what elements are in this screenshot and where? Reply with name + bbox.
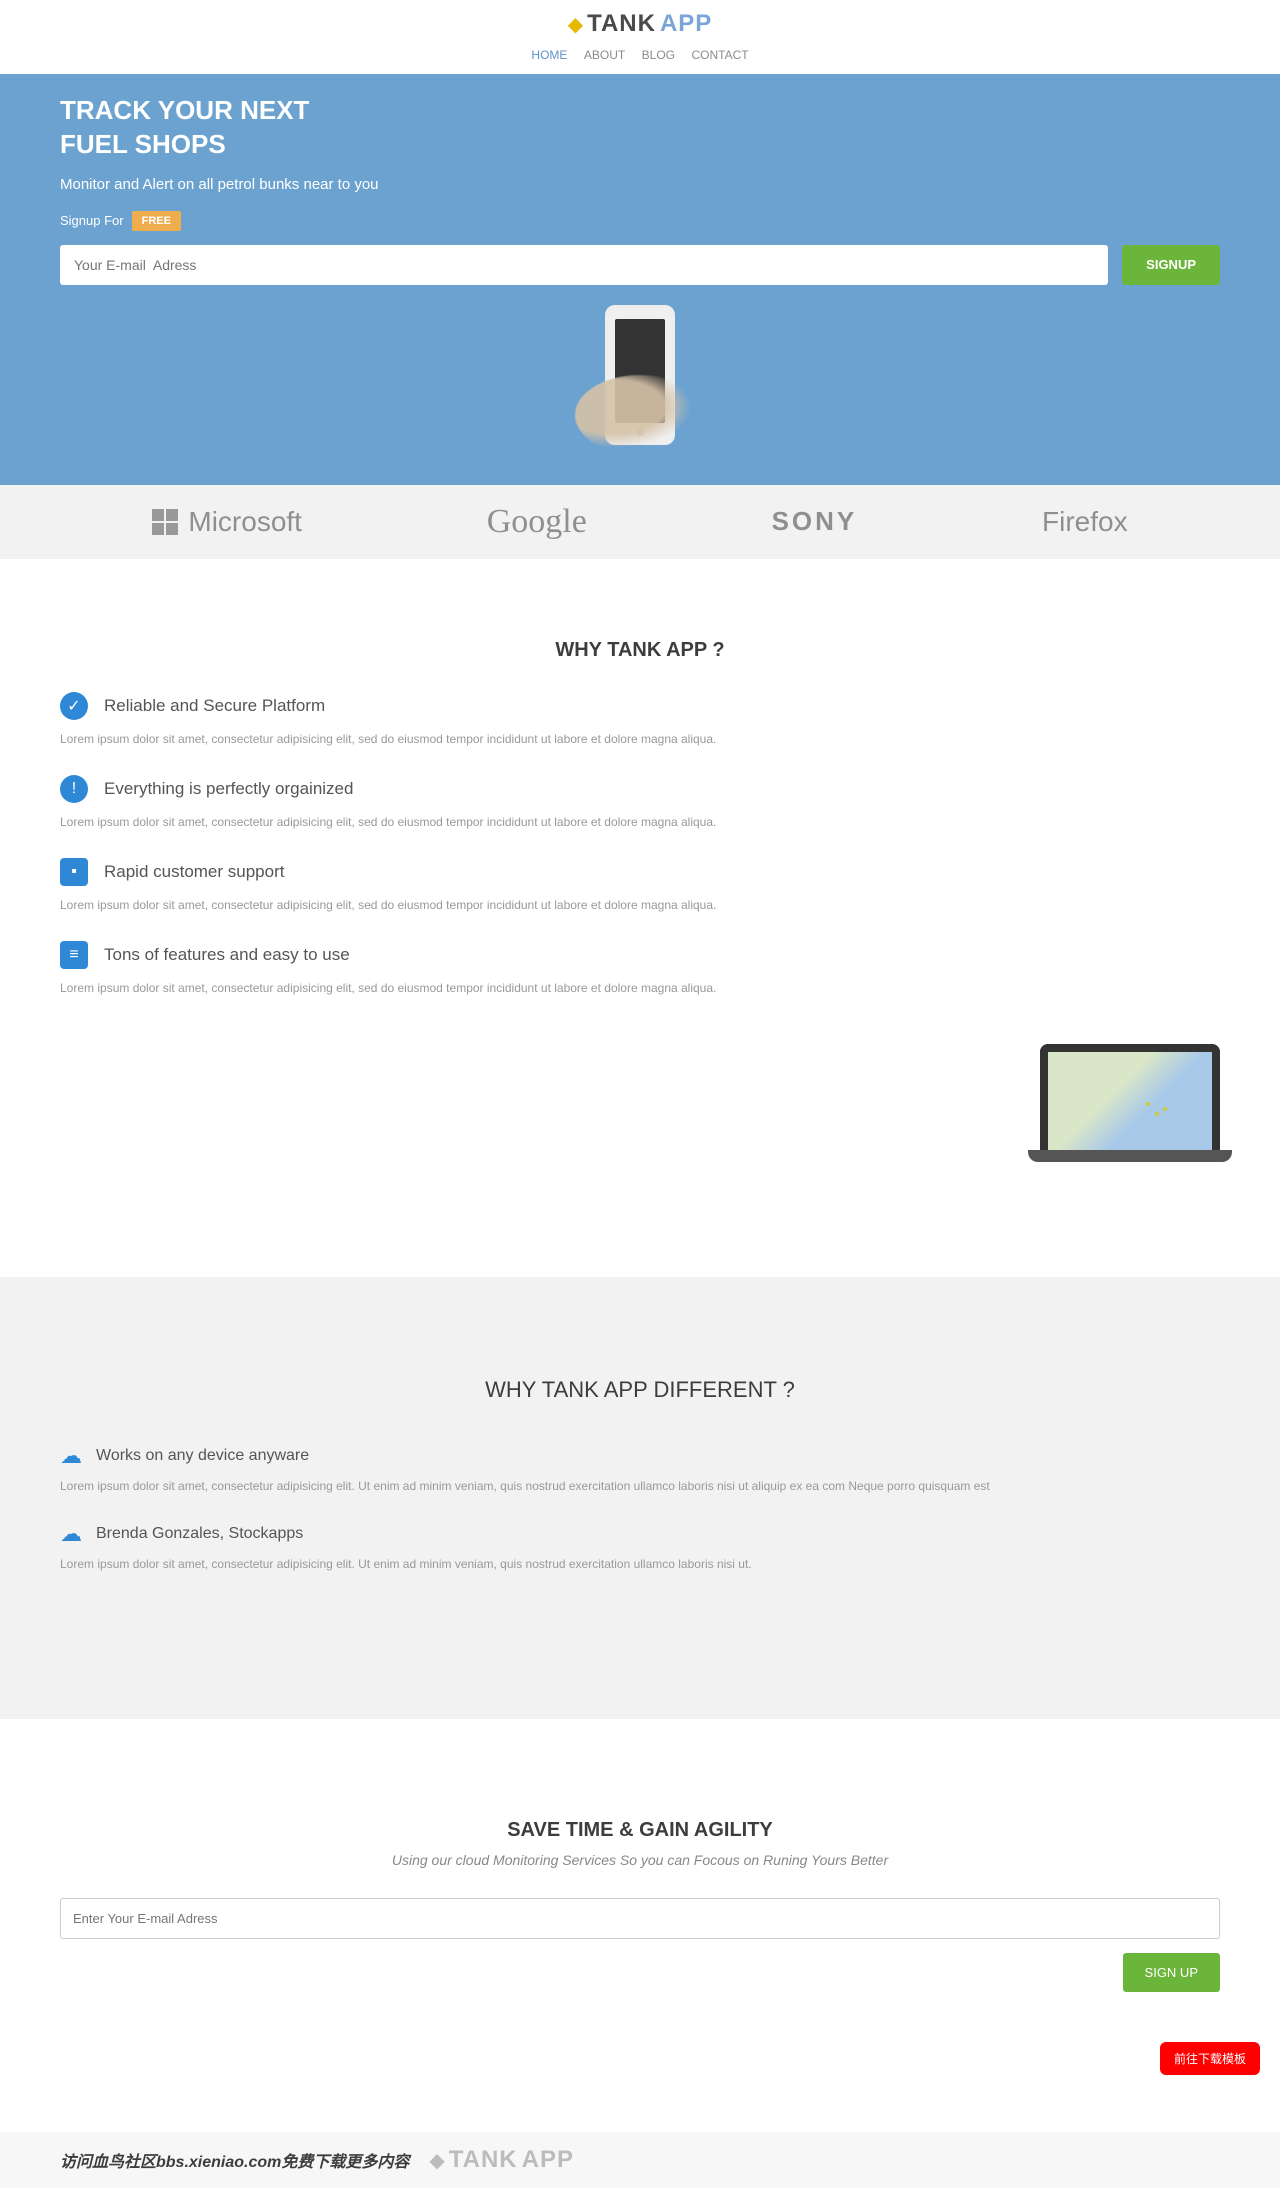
footer: 访问血鸟社区bbs.xieniao.com免费下载更多内容 ◆ TANKAPP xyxy=(0,2132,1280,2188)
different-desc: Lorem ipsum dolor sit amet, consectetur … xyxy=(60,1479,1220,1493)
primary-nav: HOME ABOUT BLOG CONTACT xyxy=(0,46,1280,64)
list-icon: ≡ xyxy=(60,941,88,969)
brand-part2: APP xyxy=(522,2146,574,2174)
hero-signup-button[interactable]: SIGNUP xyxy=(1122,245,1220,285)
feature-item: ! Everything is perfectly orgainized Lor… xyxy=(60,775,1220,832)
feature-desc: Lorem ipsum dolor sit amet, consectetur … xyxy=(60,730,1220,749)
feature-title: Reliable and Secure Platform xyxy=(104,696,325,716)
feature-item: ≡ Tons of features and easy to use Lorem… xyxy=(60,941,1220,998)
save-heading: SAVE TIME & GAIN AGILITY xyxy=(60,1819,1220,1842)
cloud-icon: ☁ xyxy=(60,1443,82,1469)
brand-sony: SONY xyxy=(772,506,858,537)
different-item: ☁ Brenda Gonzales, Stockapps Lorem ipsum… xyxy=(60,1521,1220,1571)
footer-logo: ◆ TANKAPP xyxy=(429,2146,574,2174)
brand-microsoft: Microsoft xyxy=(152,506,302,538)
hero-signup-form: SIGNUP xyxy=(60,245,1220,285)
nav-blog[interactable]: BLOG xyxy=(642,48,675,62)
feature-title: Rapid customer support xyxy=(104,862,284,882)
phone-mockup xyxy=(605,305,675,445)
save-signup-button[interactable]: SIGN UP xyxy=(1123,1953,1220,1992)
download-template-button[interactable]: 前往下载模板 xyxy=(1160,2042,1260,2075)
why-heading: WHY TANK APP ? xyxy=(60,639,1220,662)
chat-icon: ▪ xyxy=(60,858,88,886)
brand-google: Google xyxy=(487,503,587,541)
brand-part1: TANK xyxy=(587,10,656,38)
brand-logo[interactable]: ◆ TANKAPP xyxy=(568,10,713,38)
nav-contact[interactable]: CONTACT xyxy=(691,48,748,62)
brands-bar: Microsoft Google SONY Firefox xyxy=(0,485,1280,559)
why-section: WHY TANK APP ? ✓ Reliable and Secure Pla… xyxy=(0,559,1280,1278)
drop-icon: ◆ xyxy=(568,12,583,37)
hero-subtitle: Monitor and Alert on all petrol bunks ne… xyxy=(60,176,1220,193)
feature-desc: Lorem ipsum dolor sit amet, consectetur … xyxy=(60,979,1220,998)
laptop-mockup xyxy=(1040,1044,1220,1152)
nav-home[interactable]: HOME xyxy=(531,48,567,62)
cloud-check-icon: ✓ xyxy=(60,692,88,720)
clock-icon: ! xyxy=(60,775,88,803)
microsoft-label: Microsoft xyxy=(188,506,302,538)
save-email-input[interactable] xyxy=(60,1898,1220,1939)
feature-item: ▪ Rapid customer support Lorem ipsum dol… xyxy=(60,858,1220,915)
drop-icon: ◆ xyxy=(429,2148,444,2173)
microsoft-icon xyxy=(152,509,178,535)
different-heading: WHY TANK APP DIFFERENT ? xyxy=(60,1377,1220,1403)
footer-chinese-text[interactable]: 访问血鸟社区bbs.xieniao.com免费下载更多内容 xyxy=(60,2148,409,2172)
different-section: WHY TANK APP DIFFERENT ? ☁ Works on any … xyxy=(0,1277,1280,1719)
nav-about[interactable]: ABOUT xyxy=(584,48,625,62)
different-title: Works on any device anyware xyxy=(96,1447,309,1465)
feature-title: Everything is perfectly orgainized xyxy=(104,779,353,799)
hero-section: TRACK YOUR NEXT FUEL SHOPS Monitor and A… xyxy=(0,74,1280,485)
cloud-icon: ☁ xyxy=(60,1521,82,1547)
brand-part1: TANK xyxy=(449,2146,518,2174)
brand-part2: APP xyxy=(660,10,712,38)
different-title: Brenda Gonzales, Stockapps xyxy=(96,1525,303,1543)
hero-phone-illustration xyxy=(60,305,1220,485)
laptop-illustration-wrap xyxy=(60,1024,1220,1237)
hero-title-line1: TRACK YOUR NEXT xyxy=(60,95,309,125)
hero-title: TRACK YOUR NEXT FUEL SHOPS xyxy=(60,94,1220,162)
brand-firefox: Firefox xyxy=(1042,506,1128,538)
signup-for-row: Signup For FREE xyxy=(60,211,1220,231)
feature-desc: Lorem ipsum dolor sit amet, consectetur … xyxy=(60,896,1220,915)
different-desc: Lorem ipsum dolor sit amet, consectetur … xyxy=(60,1557,1220,1571)
feature-item: ✓ Reliable and Secure Platform Lorem ips… xyxy=(60,692,1220,749)
site-header: ◆ TANKAPP HOME ABOUT BLOG CONTACT xyxy=(0,0,1280,74)
different-item: ☁ Works on any device anyware Lorem ipsu… xyxy=(60,1443,1220,1493)
hero-email-input[interactable] xyxy=(60,245,1108,285)
signup-for-label: Signup For xyxy=(60,213,124,228)
free-badge: FREE xyxy=(132,211,181,231)
hero-title-line2: FUEL SHOPS xyxy=(60,129,226,159)
feature-title: Tons of features and easy to use xyxy=(104,945,350,965)
save-time-section: SAVE TIME & GAIN AGILITY Using our cloud… xyxy=(0,1719,1280,2132)
feature-desc: Lorem ipsum dolor sit amet, consectetur … xyxy=(60,813,1220,832)
save-tagline: Using our cloud Monitoring Services So y… xyxy=(60,1852,1220,1868)
